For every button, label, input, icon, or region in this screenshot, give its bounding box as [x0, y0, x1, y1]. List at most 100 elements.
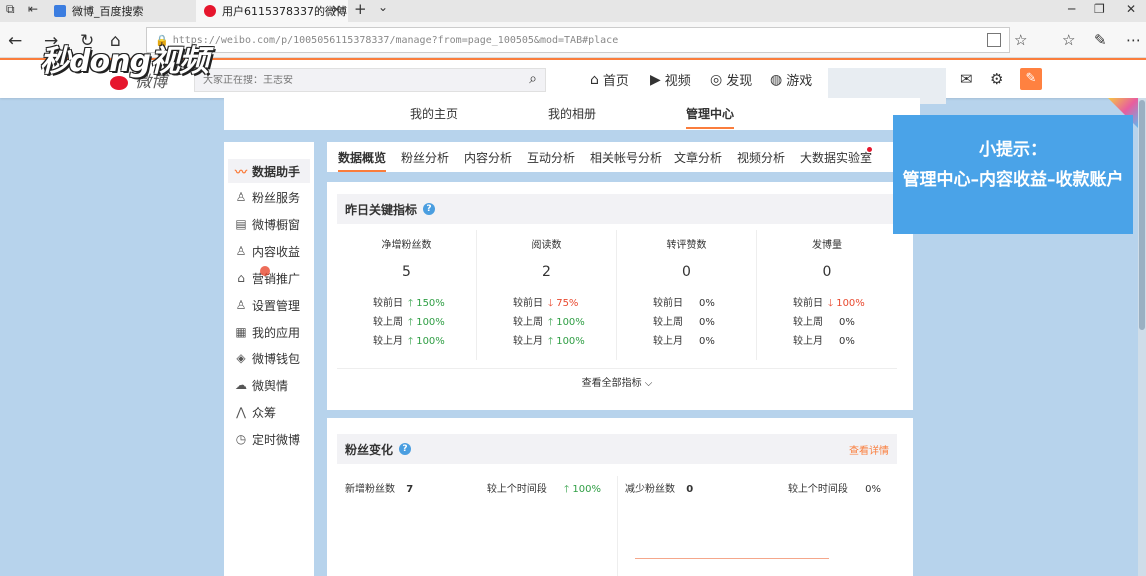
metric-compare-row: 较上周 0% [793, 313, 855, 328]
stat-value: 0 [686, 484, 694, 495]
compose-button[interactable]: ✎ [1020, 68, 1042, 90]
set-aside-tabs-icon[interactable]: ⇤ [28, 2, 38, 16]
compare-pct: 100% [572, 484, 601, 495]
sidebar-item-scheduled[interactable]: ◷ 定时微博 [228, 427, 310, 451]
see-all-metrics-link[interactable]: 查看全部指标 ⌵ [337, 368, 897, 398]
browser-tab-strip: ⧉ ⇤ 微博_百度搜索 用户6115378337的微博 ✕ + ⌄ ─ ❐ ✕ [0, 0, 1146, 22]
favorite-star-icon[interactable]: ☆ [1014, 31, 1027, 49]
help-icon[interactable]: ? [423, 203, 436, 215]
tab-related-accounts[interactable]: 相关帐号分析 [590, 149, 662, 166]
tab-my-home[interactable]: 我的主页 [410, 105, 458, 122]
divider [617, 476, 618, 576]
compare-pct: 0% [839, 317, 855, 328]
nav-home[interactable]: ⌂ 首页 [590, 70, 629, 90]
tab-data-overview[interactable]: 数据概览 [338, 149, 387, 172]
reading-view-icon[interactable] [987, 33, 1001, 47]
sidebar-item-settings[interactable]: ♙ 设置管理 [228, 293, 310, 317]
browser-tab-baidu[interactable]: 微博_百度搜索 [48, 0, 194, 22]
sidebar-item-showcase[interactable]: ▤ 微博橱窗 [228, 212, 310, 236]
more-menu-icon[interactable]: ⋯ [1126, 31, 1141, 49]
nav-label: 视频 [664, 74, 691, 89]
up-arrow-icon: 🡑 [564, 484, 570, 495]
compare-pct: 150% [416, 298, 445, 309]
sidebar-item-fan-service[interactable]: ♙ 粉丝服务 [228, 185, 310, 209]
tab-interaction-analysis[interactable]: 互动分析 [527, 149, 575, 166]
sidebar-item-label: 微博橱窗 [252, 217, 301, 232]
restore-button[interactable]: ❐ [1094, 2, 1105, 16]
card-title: 昨日关键指标 [345, 202, 418, 217]
close-tab-icon[interactable]: ✕ [331, 3, 342, 18]
sidebar-item-content-revenue[interactable]: ♙ 内容收益 [228, 239, 310, 263]
gear-icon[interactable]: ⚙ [990, 70, 1003, 88]
view-details-link[interactable]: 查看详情 [849, 442, 889, 457]
metric-title: 净增粉丝数 [381, 240, 432, 251]
metric-compare-row: 较前日 🡑 150% [373, 294, 445, 313]
sidebar-item-label: 内容收益 [252, 244, 301, 259]
tab-content-analysis[interactable]: 内容分析 [464, 149, 512, 166]
nav-label: 游戏 [786, 74, 813, 89]
url-field[interactable]: 🔒 https://weibo.com/p/1005056115378337/m… [146, 27, 1010, 53]
sidebar-item-data-assistant[interactable]: 〰 数据助手 [228, 159, 310, 183]
tab-fans-analysis[interactable]: 粉丝分析 [401, 149, 449, 166]
watermark-logo: 秒dong视频 [40, 44, 209, 79]
up-arrow-icon: 🡑 [548, 317, 554, 328]
compare-label: 较上周 [513, 317, 543, 328]
nav-games[interactable]: ◍ 游戏 [770, 70, 813, 90]
sidebar-item-my-apps[interactable]: ▦ 我的应用 [228, 320, 310, 344]
search-icon[interactable]: ⌕ [529, 71, 537, 87]
baidu-favicon-icon [54, 5, 66, 17]
profile-tabs: 我的主页 我的相册 管理中心 [224, 98, 920, 130]
tab-video-analysis[interactable]: 视频分析 [737, 149, 785, 166]
store-icon: ▤ [235, 217, 247, 231]
help-icon[interactable]: ? [399, 443, 412, 455]
sentiment-icon: ☁ [235, 378, 247, 392]
browser-tab-weibo[interactable]: 用户6115378337的微博 ✕ [196, 0, 348, 22]
tab-overview-icon[interactable]: ⧉ [6, 2, 15, 17]
back-arrow-icon[interactable]: ← [8, 31, 22, 51]
new-badge-dot [867, 147, 872, 152]
sidebar-item-label: 数据助手 [252, 164, 301, 179]
favorites-hub-icon[interactable]: ☆ [1062, 31, 1075, 49]
tab-my-album[interactable]: 我的相册 [548, 105, 596, 122]
metric-value: 2 [542, 264, 551, 280]
scrollbar-thumb[interactable] [1139, 100, 1145, 330]
new-fans-stat: 新增粉丝数 7 较上个时间段 🡑 100% [345, 480, 601, 495]
mail-icon[interactable]: ✉ [960, 70, 973, 88]
nav-discover[interactable]: ◎ 发现 [710, 70, 753, 90]
sidebar-item-wallet[interactable]: ◈ 微博钱包 [228, 346, 310, 370]
compare-label: 较前日 [513, 298, 543, 309]
pen-note-icon[interactable]: ✎ [1094, 31, 1107, 49]
sidebar-item-label: 众筹 [252, 405, 277, 420]
lost-fans-stat: 减少粉丝数 0 较上个时间段 0% [625, 480, 881, 495]
metric-value: 5 [402, 264, 411, 280]
gamepad-icon: ◍ [770, 71, 783, 88]
nav-label: 发现 [726, 74, 753, 89]
window-close-button[interactable]: ✕ [1126, 2, 1136, 16]
card-header: 粉丝变化 ? 查看详情 [337, 434, 897, 464]
analysis-tabs: 数据概览 粉丝分析 内容分析 互动分析 相关帐号分析 文章分析 视频分析 大数据… [327, 142, 913, 172]
url-text: https://weibo.com/p/1005056115378337/man… [172, 34, 619, 46]
metric-compare-row: 较前日 0% [653, 294, 715, 309]
compare-pct: 0% [865, 484, 881, 495]
tab-list-button[interactable]: ⌄ [378, 0, 388, 14]
tab-article-analysis[interactable]: 文章分析 [674, 149, 722, 166]
new-tab-button[interactable]: + [354, 0, 367, 18]
grid-icon: ▦ [235, 325, 247, 339]
compare-label: 较上月 [373, 336, 403, 347]
tab-big-data-lab[interactable]: 大数据实验室 [800, 149, 872, 166]
sidebar-item-label: 粉丝服务 [252, 190, 301, 205]
metrics-grid: 净增粉丝数 5 较前日 🡑 150% 较上周 🡑 100% 较上月 🡑 100% 阅读数 2 较前日 🡓 75… [337, 230, 897, 360]
sidebar-item-crowdfund[interactable]: ⋀ 众筹 [228, 400, 310, 424]
nav-video[interactable]: ▶ 视频 [650, 70, 691, 90]
tab-manage-center[interactable]: 管理中心 [686, 105, 735, 129]
compare-pct: 100% [556, 336, 585, 347]
search-input[interactable] [203, 74, 503, 86]
chart-baseline [635, 558, 829, 559]
sidebar-item-label: 定时微博 [252, 432, 301, 447]
compare-label: 较上周 [793, 317, 823, 328]
card-title: 粉丝变化 [345, 442, 394, 457]
minimize-button[interactable]: ─ [1068, 2, 1075, 16]
compass-icon: ◎ [710, 71, 723, 88]
home-icon: ⌂ [590, 71, 599, 88]
sidebar-item-sentiment[interactable]: ☁ 微舆情 [228, 373, 310, 397]
